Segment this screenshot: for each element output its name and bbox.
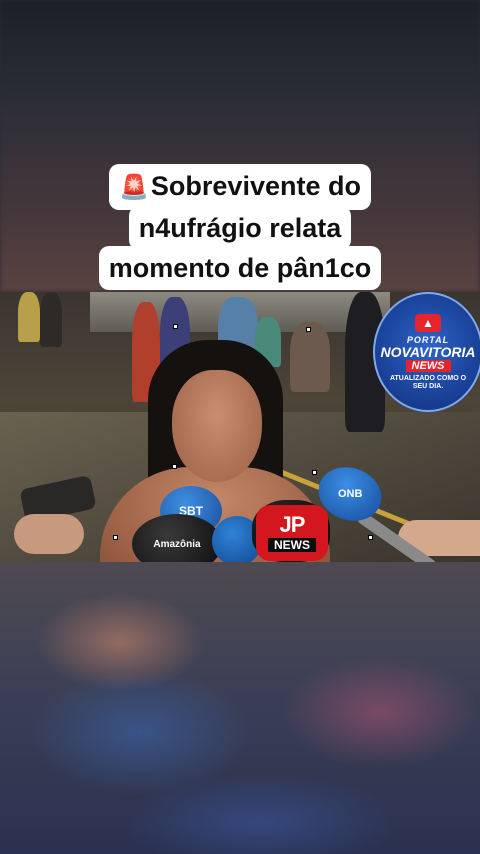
reporter-hands-left: [0, 474, 110, 562]
video-caption: 🚨Sobrevivente do n4ufrágio relata moment…: [0, 164, 480, 290]
marker-dot: [306, 327, 311, 332]
jp-news-logo: JP NEWS: [256, 505, 328, 561]
bystander: [40, 292, 62, 347]
logo-emblem-icon: ▲: [415, 313, 441, 332]
marker-dot: [173, 324, 178, 329]
rotating-light-icon: 🚨: [119, 174, 149, 201]
hand: [14, 514, 84, 554]
marker-dot: [312, 470, 317, 475]
caption-line-2: n4ufrágio relata: [128, 206, 352, 250]
caption-line-3: momento de pân1co: [98, 246, 382, 290]
caption-text-1: Sobrevivente do: [150, 171, 361, 201]
caption-line-1: 🚨Sobrevivente do: [109, 164, 371, 210]
marker-dot: [172, 464, 177, 469]
marker-dot: [368, 535, 373, 540]
bystander: [290, 322, 330, 392]
bystander: [18, 292, 40, 342]
portal-novavitoria-news-logo: ▲ PORTAL NOVAVITORIA NEWS ATUALIZADO COM…: [373, 292, 480, 412]
interviewee-face: [172, 370, 262, 482]
marker-dot: [113, 535, 118, 540]
blurred-background-bottom: [0, 562, 480, 854]
